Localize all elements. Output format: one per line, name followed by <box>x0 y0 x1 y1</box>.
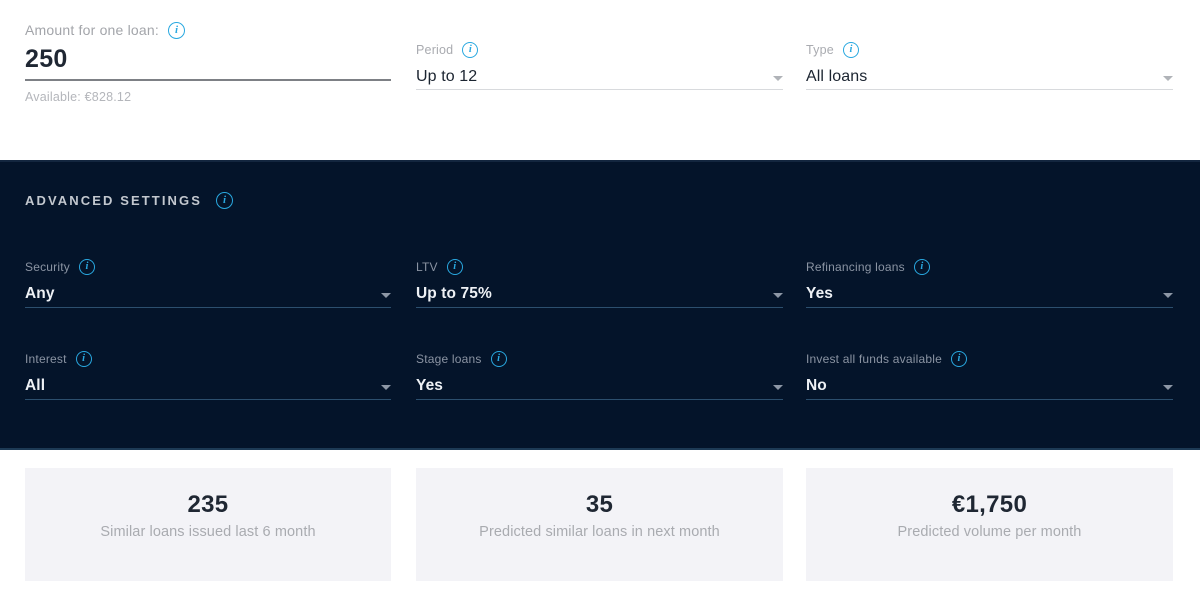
stage-label: Stage loans <box>416 352 482 366</box>
type-label: Type <box>806 43 834 57</box>
type-value-row[interactable]: All loans <box>806 62 1173 86</box>
security-select[interactable]: Security i Any <box>25 259 391 308</box>
interest-label: Interest <box>25 352 67 366</box>
refinancing-underline <box>806 307 1173 308</box>
chevron-down-icon[interactable] <box>773 293 783 298</box>
info-icon[interactable]: i <box>75 351 92 367</box>
refinancing-label-row: Refinancing loans i <box>806 259 1173 275</box>
info-icon[interactable]: i <box>913 259 930 275</box>
chevron-down-icon[interactable] <box>381 293 391 298</box>
amount-label-row: Amount for one loan: i <box>25 21 391 39</box>
info-icon[interactable]: i <box>216 192 234 209</box>
investall-label: Invest all funds available <box>806 352 942 366</box>
info-icon[interactable]: i <box>78 259 95 275</box>
stat-card: €1,750 Predicted volume per month <box>806 468 1173 581</box>
info-icon[interactable]: i <box>490 351 507 367</box>
investall-value-row[interactable]: No <box>806 373 1173 395</box>
stage-underline <box>416 399 783 400</box>
type-select[interactable]: Type i All loans <box>806 42 1173 90</box>
investall-value: No <box>806 377 827 394</box>
ltv-underline <box>416 307 783 308</box>
ltv-select[interactable]: LTV i Up to 75% <box>416 259 783 308</box>
amount-available-text: Available: €828.12 <box>25 89 132 104</box>
period-underline <box>416 89 783 90</box>
period-value-row[interactable]: Up to 12 <box>416 62 783 86</box>
period-value: Up to 12 <box>416 68 478 85</box>
interest-value-row[interactable]: All <box>25 373 391 395</box>
stage-loans-select[interactable]: Stage loans i Yes <box>416 351 783 400</box>
stat-card: 235 Similar loans issued last 6 month <box>25 468 391 581</box>
ltv-value-row[interactable]: Up to 75% <box>416 281 783 303</box>
stat-label: Predicted similar loans in next month <box>479 524 720 540</box>
ltv-value: Up to 75% <box>416 285 492 302</box>
security-underline <box>25 307 391 308</box>
refinancing-loans-select[interactable]: Refinancing loans i Yes <box>806 259 1173 308</box>
advanced-settings-header: ADVANCED SETTINGS i <box>25 192 234 209</box>
interest-value: All <box>25 377 46 394</box>
chevron-down-icon[interactable] <box>1163 293 1173 298</box>
security-value-row[interactable]: Any <box>25 281 391 303</box>
ltv-label: LTV <box>416 260 438 274</box>
chevron-down-icon[interactable] <box>381 385 391 390</box>
ltv-label-row: LTV i <box>416 259 783 275</box>
amount-input-value[interactable]: 250 <box>25 44 391 74</box>
info-icon[interactable]: i <box>446 259 463 275</box>
stage-value: Yes <box>416 377 444 394</box>
stat-card: 35 Predicted similar loans in next month <box>416 468 783 581</box>
period-label-row: Period i <box>416 42 783 58</box>
chevron-down-icon[interactable] <box>773 385 783 390</box>
chevron-down-icon[interactable] <box>1163 76 1173 81</box>
interest-underline <box>25 399 391 400</box>
type-label-row: Type i <box>806 42 1173 58</box>
type-underline <box>806 89 1173 90</box>
stat-label: Similar loans issued last 6 month <box>100 524 316 540</box>
security-label: Security <box>25 260 70 274</box>
refinancing-value: Yes <box>806 285 834 302</box>
stat-label: Predicted volume per month <box>897 524 1082 540</box>
period-select[interactable]: Period i Up to 12 <box>416 42 783 90</box>
info-icon[interactable]: i <box>950 351 967 367</box>
refinancing-value-row[interactable]: Yes <box>806 281 1173 303</box>
amount-for-one-loan-field[interactable]: Amount for one loan: i 250 Available: €8… <box>25 21 391 104</box>
amount-underline <box>25 79 391 81</box>
info-icon[interactable]: i <box>462 42 479 58</box>
chevron-down-icon[interactable] <box>773 76 783 81</box>
security-value: Any <box>25 285 55 302</box>
info-icon[interactable]: i <box>167 21 185 39</box>
primary-settings-section: Amount for one loan: i 250 Available: €8… <box>0 0 1200 160</box>
interest-label-row: Interest i <box>25 351 391 367</box>
advanced-settings-title: ADVANCED SETTINGS <box>25 193 203 208</box>
stage-value-row[interactable]: Yes <box>416 373 783 395</box>
stat-value: 235 <box>187 491 229 518</box>
investall-label-row: Invest all funds available i <box>806 351 1173 367</box>
stat-value: 35 <box>585 491 614 518</box>
chevron-down-icon[interactable] <box>1163 385 1173 390</box>
advanced-settings-panel: ADVANCED SETTINGS i Security i Any LTV i… <box>0 160 1200 450</box>
period-label: Period <box>416 43 454 57</box>
invest-all-funds-select[interactable]: Invest all funds available i No <box>806 351 1173 400</box>
type-value: All loans <box>806 68 868 85</box>
security-label-row: Security i <box>25 259 391 275</box>
amount-label: Amount for one loan: <box>25 22 159 38</box>
stat-value: €1,750 <box>951 491 1028 518</box>
investment-autoinvest-settings-screen: Amount for one loan: i 250 Available: €8… <box>0 0 1200 602</box>
info-icon[interactable]: i <box>842 42 859 58</box>
interest-select[interactable]: Interest i All <box>25 351 391 400</box>
statistics-row: 235 Similar loans issued last 6 month 35… <box>0 450 1200 602</box>
stage-label-row: Stage loans i <box>416 351 783 367</box>
investall-underline <box>806 399 1173 400</box>
refinancing-label: Refinancing loans <box>806 260 905 274</box>
